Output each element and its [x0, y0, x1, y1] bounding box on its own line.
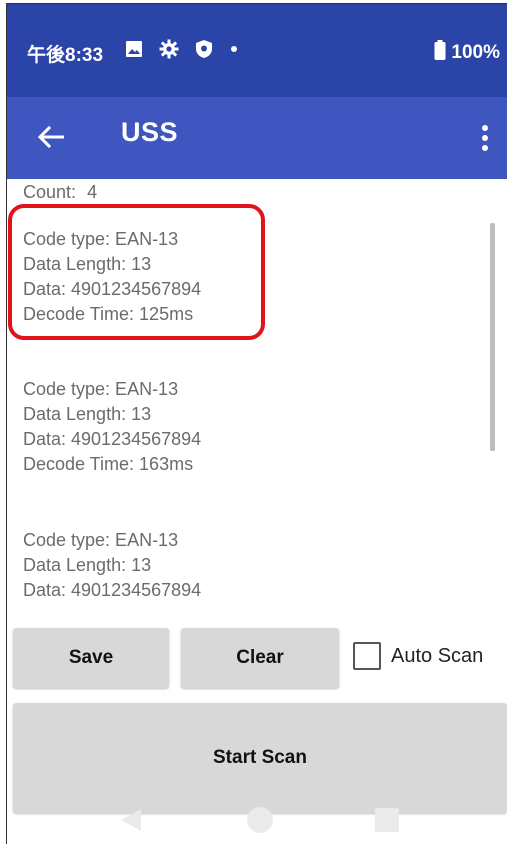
auto-scan-label: Auto Scan	[391, 644, 484, 667]
image-icon	[125, 40, 143, 58]
record-decode-time: Decode Time: 125ms	[23, 304, 194, 324]
record-data: Data: 4901234567894	[23, 580, 202, 600]
record-code-type: Code type: EAN-13	[23, 229, 179, 249]
record-data: Data: 4901234567894	[23, 279, 202, 299]
record-data-length: Data Length: 13	[23, 254, 152, 274]
count-line: Count: 4	[23, 182, 103, 203]
nav-recents-icon[interactable]	[375, 808, 399, 832]
app-bar: USS	[7, 97, 507, 179]
clear-button[interactable]: Clear	[181, 628, 339, 688]
phone-screen: 午後8:33 100% USS Count: 4 Code type: EAN-…	[6, 3, 507, 844]
nav-home-icon[interactable]	[247, 807, 273, 833]
back-arrow-icon[interactable]	[33, 119, 69, 155]
save-button[interactable]: Save	[13, 628, 169, 688]
record-data-length: Data Length: 13	[23, 555, 152, 575]
dot-icon	[229, 44, 239, 54]
app-title: USS	[121, 117, 179, 147]
nav-back-icon[interactable]	[119, 807, 143, 838]
status-time: 午後8:33	[27, 45, 104, 66]
record-data-length: Data Length: 13	[23, 404, 152, 424]
scan-record: Code type: EAN-13 Data Length: 13 Data: …	[23, 528, 201, 603]
battery-status: 100%	[434, 40, 500, 66]
navigation-bar	[7, 797, 507, 844]
gear-icon	[159, 39, 179, 59]
scan-results-list[interactable]: Count: 4 Code type: EAN-13 Data Length: …	[7, 179, 507, 619]
shield-icon	[195, 39, 213, 59]
battery-percent: 100%	[451, 42, 500, 63]
overflow-menu-icon[interactable]	[470, 117, 500, 159]
record-data: Data: 4901234567894	[23, 429, 202, 449]
battery-icon	[434, 40, 446, 66]
count-label: Count:	[23, 182, 77, 202]
record-code-type: Code type: EAN-13	[23, 530, 179, 550]
status-bar: 午後8:33 100%	[7, 4, 507, 97]
record-decode-time: Decode Time: 163ms	[23, 454, 194, 474]
count-value: 4	[87, 182, 98, 202]
scan-record: Code type: EAN-13 Data Length: 13 Data: …	[23, 227, 201, 327]
scan-record: Code type: EAN-13 Data Length: 13 Data: …	[23, 377, 201, 477]
auto-scan-toggle[interactable]: Auto Scan	[353, 642, 483, 670]
record-code-type: Code type: EAN-13	[23, 379, 179, 399]
scrollbar[interactable]	[490, 223, 495, 451]
status-icons	[125, 39, 239, 59]
auto-scan-checkbox[interactable]	[353, 642, 381, 670]
